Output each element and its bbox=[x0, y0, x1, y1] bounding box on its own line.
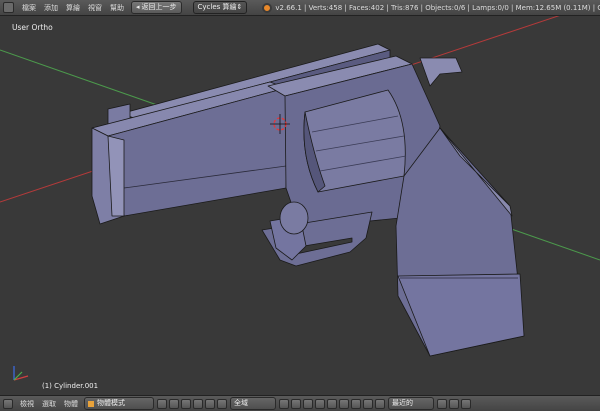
cube-icon bbox=[88, 400, 94, 407]
info-header: 檔案 添加 算繪 視窗 幫助 ◂ 返回上一步 Cycles 算繪 ⇕ v2.66… bbox=[0, 0, 600, 16]
layer-8-icon[interactable] bbox=[363, 398, 373, 409]
menu-view[interactable]: 檢視 bbox=[20, 399, 34, 409]
layer-5-icon[interactable] bbox=[327, 398, 337, 409]
menu-help[interactable]: 幫助 bbox=[110, 3, 124, 13]
chevron-updown-icon: ⇕ bbox=[236, 3, 243, 11]
snap-element-dropdown[interactable]: 最近的 bbox=[388, 397, 434, 410]
back-arrow-icon: ◂ bbox=[136, 3, 140, 11]
cylinder-pin bbox=[279, 201, 309, 235]
active-object-label: (1) Cylinder.001 bbox=[42, 382, 99, 390]
layer-3-icon[interactable] bbox=[303, 398, 313, 409]
scene-statistics: v2.66.1 | Verts:458 | Faces:402 | Tris:8… bbox=[275, 3, 600, 12]
pivot-point-icon[interactable] bbox=[169, 398, 179, 409]
layer-2-icon[interactable] bbox=[291, 398, 301, 409]
layer-6-icon[interactable] bbox=[339, 398, 349, 409]
menu-render[interactable]: 算繪 bbox=[66, 3, 80, 13]
revolver-model[interactable] bbox=[91, 43, 525, 357]
blender-logo-icon bbox=[262, 2, 273, 13]
hammer bbox=[419, 57, 463, 87]
scale-icon[interactable] bbox=[217, 398, 227, 409]
menu-select[interactable]: 選取 bbox=[42, 399, 56, 409]
editor-type-icon-bottom[interactable] bbox=[3, 398, 13, 409]
back-to-previous-button[interactable]: ◂ 返回上一步 bbox=[131, 1, 182, 14]
proportional-edit-icon[interactable] bbox=[375, 398, 385, 409]
menu-window[interactable]: 視窗 bbox=[88, 3, 102, 13]
3d-viewport[interactable]: User Ortho (1) Cylinder.001 bbox=[0, 16, 600, 395]
back-button-label: 返回上一步 bbox=[141, 3, 177, 11]
editor-type-icon[interactable] bbox=[3, 2, 14, 13]
grip-bottom bbox=[397, 273, 525, 357]
viewport-canvas[interactable] bbox=[0, 16, 600, 395]
orientation-label: 全域 bbox=[234, 399, 248, 407]
rotate-icon[interactable] bbox=[205, 398, 215, 409]
layer-4-icon[interactable] bbox=[315, 398, 325, 409]
mode-label: 物體模式 bbox=[97, 399, 125, 407]
axis-gizmo-icon bbox=[13, 366, 29, 381]
menu-file[interactable]: 檔案 bbox=[22, 3, 36, 13]
menu-object[interactable]: 物體 bbox=[64, 399, 78, 409]
manipulator-toggle-icon[interactable] bbox=[181, 398, 191, 409]
view-label: User Ortho bbox=[12, 23, 53, 32]
camera-icon[interactable] bbox=[461, 398, 471, 409]
transform-orientation-dropdown[interactable]: 全域 bbox=[230, 397, 276, 410]
render-icon[interactable] bbox=[449, 398, 459, 409]
3d-view-header: 檢視 選取 物體 物體模式 全域 最近的 bbox=[0, 395, 600, 411]
mode-dropdown[interactable]: 物體模式 bbox=[84, 397, 154, 410]
layer-7-icon[interactable] bbox=[351, 398, 361, 409]
snap-icon[interactable] bbox=[437, 398, 447, 409]
render-engine-label: Cycles 算繪 bbox=[197, 3, 237, 11]
snap-label: 最近的 bbox=[392, 399, 413, 407]
translate-icon[interactable] bbox=[193, 398, 203, 409]
viewport-shading-icon[interactable] bbox=[157, 398, 167, 409]
render-engine-dropdown[interactable]: Cycles 算繪 ⇕ bbox=[192, 1, 248, 14]
layer-1-icon[interactable] bbox=[279, 398, 289, 409]
menu-add[interactable]: 添加 bbox=[44, 3, 58, 13]
